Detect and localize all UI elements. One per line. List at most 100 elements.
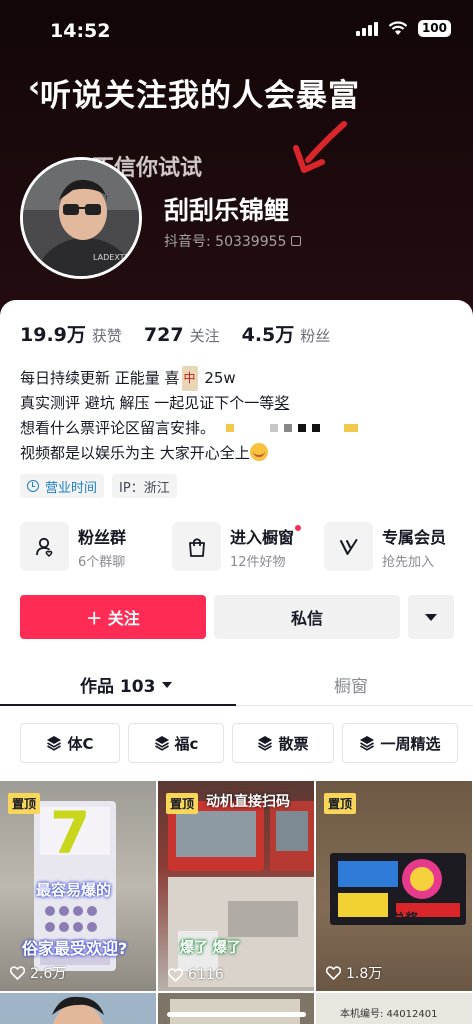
profile-header: 14:52 100 听说关注我的人会暴富 ‹ 不信你试试 LADEXTR 刮刮乐… bbox=[0, 0, 473, 320]
stat-value: 727 bbox=[143, 324, 184, 346]
avatar[interactable]: LADEXTR bbox=[20, 157, 142, 279]
bio: 每日持续更新 正能量 喜中 25w 真实测评 避坑 解压 一起见证下个一等奖 想… bbox=[20, 366, 364, 466]
action-buttons: ＋ 关注 私信 bbox=[20, 595, 454, 639]
video-grid: 7 置顶 最容易爆的 俗家最受欢迎? 2.6万 置顶 动机直接扫码 爆了 爆了 … bbox=[0, 781, 473, 1024]
tab-showcase[interactable]: 橱窗 bbox=[334, 672, 368, 697]
copy-icon[interactable] bbox=[291, 236, 302, 246]
stat-value: 4.5万 bbox=[241, 324, 295, 346]
status-time: 14:52 bbox=[50, 20, 111, 42]
stat-followers[interactable]: 4.5万 粉丝 bbox=[242, 320, 331, 347]
service-entries: 粉丝群 6个群聊 进入橱窗 12件好物 专属会员 抢先加入 bbox=[20, 522, 473, 571]
stat-value: 19.9万 bbox=[20, 324, 86, 346]
bio-text: 视频都是以娱乐为主 大家开心全上 bbox=[20, 444, 250, 462]
stat-label: 关注 bbox=[189, 327, 220, 345]
video-thumbnail[interactable]: 置顶 兑奖 1.8万 bbox=[316, 781, 472, 991]
active-tab-indicator bbox=[0, 704, 236, 706]
vip-entry[interactable]: 专属会员 抢先加入 bbox=[324, 522, 473, 571]
svg-text:7: 7 bbox=[50, 799, 90, 867]
collection-chip[interactable]: 福c bbox=[128, 723, 224, 763]
douyin-id[interactable]: 抖音号: 50339955 bbox=[164, 231, 302, 251]
video-thumbnail[interactable]: 置顶 动机直接扫码 爆了 爆了 6116 bbox=[158, 781, 314, 991]
tab-works[interactable]: 作品 103 bbox=[80, 672, 173, 697]
chevron-down-icon bbox=[425, 613, 437, 621]
likes-value: 6116 bbox=[188, 967, 224, 983]
video-caption: 动机直接扫码 bbox=[206, 794, 290, 810]
bio-line-2: 真实测评 避坑 解压 一起见证下个一等奖 bbox=[20, 391, 364, 416]
follow-button[interactable]: ＋ 关注 bbox=[20, 595, 206, 639]
message-button[interactable]: 私信 bbox=[214, 595, 400, 639]
red-arrow-icon bbox=[293, 121, 347, 173]
collection-label: 散票 bbox=[278, 734, 309, 753]
layers-icon bbox=[47, 736, 62, 751]
layers-icon bbox=[360, 736, 375, 751]
video-caption: 最容易爆的 bbox=[36, 881, 112, 899]
pinned-badge: 置顶 bbox=[166, 793, 199, 814]
likes-value: 2.6万 bbox=[30, 966, 67, 982]
battery-indicator: 100 bbox=[417, 20, 451, 37]
content-tabs: 作品 103 橱窗 bbox=[0, 662, 473, 706]
nickname: 刮刮乐锦鲤 bbox=[164, 196, 290, 225]
back-arrow-icon[interactable]: ‹ bbox=[28, 70, 40, 105]
collection-chip[interactable]: 体C bbox=[20, 723, 120, 763]
profile-body: 19.9万 获赞 727 关注 4.5万 粉丝 每日持续更新 正能量 喜中 25… bbox=[0, 300, 473, 1024]
collection-label: 体C bbox=[67, 734, 94, 753]
notification-dot bbox=[295, 524, 302, 531]
likes-count: 6116 bbox=[168, 967, 224, 983]
video-caption: 兑奖 bbox=[392, 912, 419, 927]
bio-text: 每日持续更新 正能量 喜 bbox=[20, 369, 180, 387]
clock-icon bbox=[27, 480, 39, 492]
vip-icon bbox=[324, 522, 373, 571]
service-subtitle: 6个群聊 bbox=[78, 554, 126, 570]
ticket-image bbox=[170, 999, 300, 1024]
heart-icon bbox=[326, 966, 341, 980]
douyin-id-text: 抖音号: 50339955 bbox=[164, 234, 287, 250]
heart-icon bbox=[168, 968, 183, 982]
service-title: 进入橱窗 bbox=[230, 524, 302, 548]
heart-icon bbox=[10, 966, 25, 980]
layers-icon bbox=[154, 736, 169, 751]
video-caption: 本机编号: 44012401 bbox=[340, 1009, 438, 1020]
shopping-bag-icon bbox=[172, 522, 221, 571]
status-bar: 14:52 100 bbox=[0, 0, 473, 62]
collection-label: 一周精选 bbox=[380, 734, 441, 753]
pinned-badge: 置顶 bbox=[324, 793, 357, 814]
profile-tags: 营业时间 IP：浙江 bbox=[20, 474, 177, 498]
stat-likes[interactable]: 19.9万 获赞 bbox=[20, 320, 122, 347]
blushing-face-icon bbox=[249, 443, 268, 461]
person-image bbox=[52, 996, 104, 1024]
svg-text:LADEXTR: LADEXTR bbox=[93, 253, 131, 262]
business-hours-tag[interactable]: 营业时间 bbox=[20, 474, 105, 498]
more-options-button[interactable] bbox=[408, 595, 454, 639]
video-thumbnail[interactable]: 7 置顶 最容易爆的 俗家最受欢迎? 2.6万 bbox=[0, 781, 156, 991]
tab-works-label: 作品 103 bbox=[80, 677, 156, 697]
cellular-signal-icon bbox=[355, 21, 378, 36]
likes-value: 1.8万 bbox=[346, 966, 383, 982]
bio-text: 奖 bbox=[274, 394, 290, 412]
pixel-emoji-icons bbox=[225, 419, 364, 437]
bio-line-3: 想看什么票评论区留言安排。 bbox=[20, 416, 364, 441]
collections-row: 体C 福c 散票 一周精选 bbox=[20, 723, 458, 763]
business-hours-label: 营业时间 bbox=[45, 480, 98, 496]
video-thumbnail[interactable] bbox=[0, 993, 156, 1024]
service-subtitle: 抢先加入 bbox=[382, 554, 435, 570]
bio-text: 25w bbox=[199, 369, 236, 387]
collection-chip[interactable]: 散票 bbox=[232, 723, 334, 763]
video-caption: 俗家最受欢迎? bbox=[22, 939, 128, 958]
video-thumbnail[interactable] bbox=[158, 993, 314, 1024]
service-title: 粉丝群 bbox=[78, 527, 127, 547]
ip-location-tag: IP：浙江 bbox=[112, 474, 177, 498]
stat-label: 获赞 bbox=[91, 327, 122, 345]
video-thumbnail[interactable]: 本机编号: 44012401 bbox=[316, 993, 472, 1024]
layers-icon bbox=[258, 736, 273, 751]
service-title-text: 进入橱窗 bbox=[230, 527, 295, 547]
video-caption: 爆了 爆了 bbox=[180, 940, 241, 956]
showcase-entry[interactable]: 进入橱窗 12件好物 bbox=[172, 522, 324, 571]
fans-group-entry[interactable]: 粉丝群 6个群聊 bbox=[20, 522, 172, 571]
caret-down-icon bbox=[162, 681, 173, 688]
stats-row: 19.9万 获赞 727 关注 4.5万 粉丝 bbox=[20, 320, 352, 347]
stat-following[interactable]: 727 关注 bbox=[144, 324, 220, 346]
home-indicator bbox=[167, 1012, 306, 1017]
collection-chip[interactable]: 一周精选 bbox=[342, 723, 458, 763]
collection-label: 福c bbox=[174, 734, 199, 753]
bio-text: 真实测评 避坑 解压 一起见证下个一等 bbox=[20, 394, 275, 412]
